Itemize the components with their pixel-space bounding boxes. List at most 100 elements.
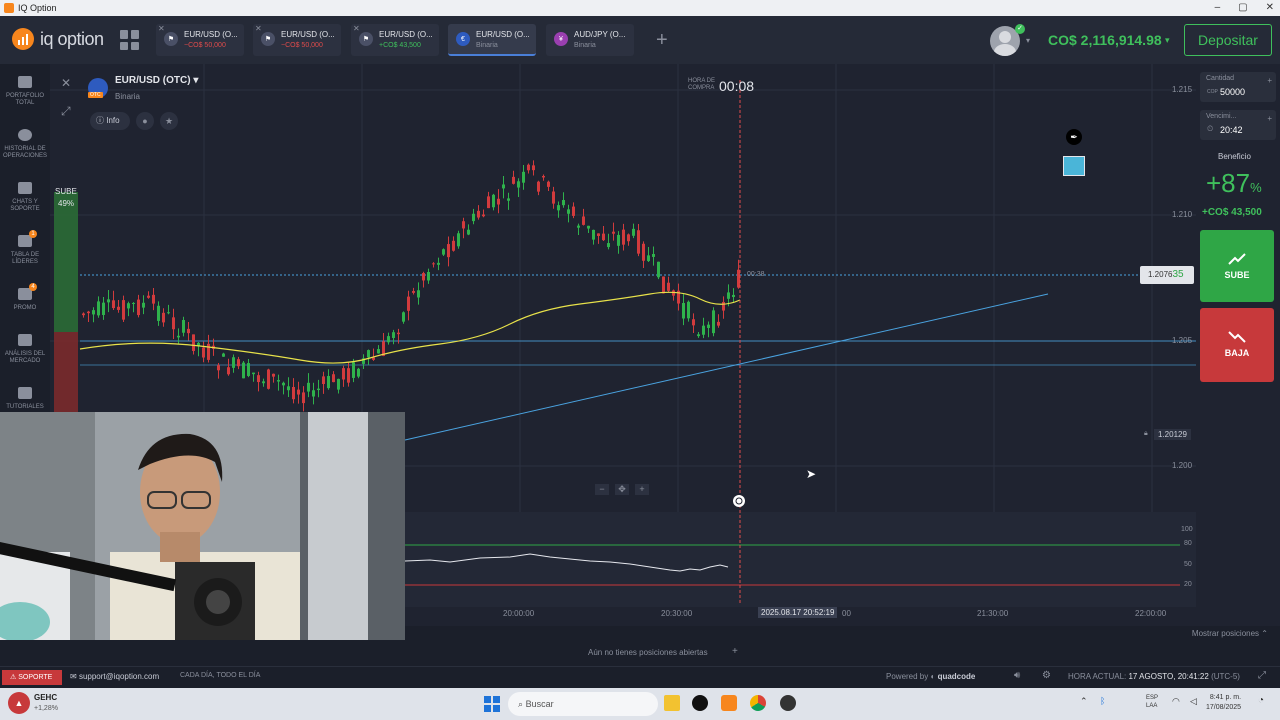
taskbar-app-icon[interactable] (692, 695, 708, 711)
candle-body (577, 225, 580, 228)
candle-body (187, 328, 190, 334)
powered-by: Powered by ◐ quadcode (886, 672, 976, 681)
stock-widget-icon[interactable]: ▲ (8, 692, 30, 714)
close-tab-icon[interactable]: ✕ (353, 24, 360, 33)
tab-type: Binaria (476, 42, 498, 49)
candle-body (387, 336, 390, 343)
candle-body (287, 386, 290, 391)
maximize-button[interactable]: ▢ (1238, 0, 1247, 16)
candle-body (97, 301, 100, 316)
add-position-icon[interactable]: + (732, 646, 738, 657)
asset-tab[interactable]: ✕ ⚑ EUR/USD (O... +CO$ 43,500 (351, 24, 439, 56)
clock[interactable]: 8:41 p. m. 17/08/2025 (1206, 693, 1241, 713)
info-button[interactable]: ⓘ Info (90, 112, 130, 130)
bluetooth-icon[interactable]: ᛒ (1100, 696, 1105, 706)
sidebar-item-analysis[interactable]: ANÁLISIS DEL MERCADO (0, 334, 50, 365)
lock-icon: 🔒︎ (1144, 430, 1148, 437)
close-tab-icon[interactable]: ✕ (255, 24, 262, 33)
support-email[interactable]: ✉ support@iqoption.com (70, 672, 159, 681)
bell-icon[interactable]: ● (136, 112, 154, 130)
notifications-icon[interactable]: ◔ (1258, 695, 1264, 706)
stock-ticker[interactable]: GEHC (34, 693, 57, 702)
sidebar-item-label: PROMO (13, 305, 37, 311)
candle-body (237, 359, 240, 367)
candle-body (632, 228, 635, 236)
candle-body (427, 272, 430, 281)
candle-body (582, 216, 585, 225)
volume-tray-icon[interactable]: ◁ (1190, 696, 1197, 707)
pen-tool-icon[interactable]: ✒ (1066, 129, 1082, 145)
sidebar-item-leaderboard[interactable]: 1 TABLA DE LÍDERES (0, 230, 50, 266)
language-indicator[interactable]: ESP LAA (1146, 694, 1158, 710)
candle-body (272, 373, 275, 377)
star-icon[interactable]: ★ (160, 112, 178, 130)
support-button[interactable]: ⚠ SOPORTE (2, 670, 62, 685)
candle-body (452, 240, 455, 251)
asset-tab[interactable]: ¥ AUD/JPY (O... Binaria (546, 24, 634, 56)
sidebar-item-chat[interactable]: CHATS Y SOPORTE (0, 182, 50, 213)
buy-up-button[interactable]: SUBE (1200, 230, 1274, 302)
iq-option-taskbar-icon[interactable] (721, 695, 737, 711)
drawing-tool-icon[interactable] (1063, 156, 1085, 176)
close-icon[interactable]: ✕ (61, 76, 71, 90)
balance-chevron-icon[interactable]: ▾ (1165, 35, 1170, 46)
expiry-value[interactable]: 20:42 (1220, 125, 1243, 135)
amount-value[interactable]: 50000 (1220, 87, 1245, 97)
candle-body (732, 294, 735, 298)
trend-down-icon (1228, 331, 1246, 343)
sidebar-item-history[interactable]: HISTORIAL DE OPERACIONES (0, 129, 50, 160)
asset-tab-active[interactable]: € EUR/USD (O... Binaria (448, 24, 536, 56)
price-axis-label: 1.205 (1172, 336, 1193, 345)
chrome-icon[interactable] (750, 695, 766, 711)
fullscreen-icon[interactable]: ⤢ (61, 104, 71, 119)
trade-panel: Cantidad + COP 50000 Vencimi... + ⏲ 20:4… (1196, 64, 1280, 626)
windows-start-icon[interactable] (484, 696, 500, 712)
logo[interactable]: iq option (12, 28, 104, 50)
plus-minus-icon[interactable]: + (1267, 76, 1272, 85)
file-explorer-icon[interactable] (664, 695, 680, 711)
plus-minus-icon[interactable]: + (1267, 114, 1272, 123)
tray-chevron-icon[interactable]: ⌃ (1080, 696, 1088, 707)
candle-body (657, 261, 660, 278)
amount-field[interactable]: Cantidad + COP 50000 (1200, 72, 1276, 102)
candle-body (292, 387, 295, 400)
close-tab-icon[interactable]: ✕ (158, 24, 165, 33)
chevron-down-icon: ▾ (193, 75, 199, 86)
account-balance[interactable]: CO$ 2,116,914.98 (1048, 32, 1162, 48)
sidebar-item-label: ANÁLISIS DEL MERCADO (4, 351, 46, 364)
wifi-icon[interactable]: ◠ (1172, 696, 1180, 707)
flag-icon: ⚑ (261, 32, 275, 46)
show-positions-button[interactable]: Mostrar posiciones ⌃ (1192, 629, 1268, 638)
apps-grid-icon[interactable] (120, 30, 140, 50)
zoom-reset-icon[interactable]: ✥ (615, 484, 629, 495)
deposit-button[interactable]: Depositar (1184, 24, 1272, 56)
buy-down-button[interactable]: BAJA (1200, 308, 1274, 382)
candle-body (332, 374, 335, 383)
add-tab-button[interactable]: + (656, 30, 668, 50)
tab-type: Binaria (574, 42, 596, 49)
candle-body (467, 229, 470, 235)
candle-body (112, 300, 115, 309)
candle-body (712, 310, 715, 334)
close-window-button[interactable]: ✕ (1266, 0, 1274, 16)
settings-gear-icon[interactable]: ⚙ (1042, 670, 1051, 681)
tab-result: +CO$ 43,500 (379, 42, 421, 49)
candle-body (222, 353, 225, 357)
mail-icon: ✉ (70, 672, 77, 681)
zoom-out-button[interactable]: − (595, 484, 609, 495)
minimize-button[interactable]: – (1215, 0, 1221, 16)
sidebar-item-tutorials[interactable]: TUTORIALES (0, 387, 50, 411)
expiry-field[interactable]: Vencimi... + ⏲ 20:42 (1200, 110, 1276, 140)
volume-icon[interactable]: 🔊︎ (1014, 670, 1020, 681)
asset-tab[interactable]: ✕ ⚑ EUR/USD (O... −CO$ 50,000 (253, 24, 341, 56)
taskbar-app-icon[interactable] (780, 695, 796, 711)
fullscreen-toggle-icon[interactable]: ⤢ (1258, 670, 1266, 681)
sidebar-item-promo[interactable]: 4 PROMO (0, 283, 50, 312)
chevron-down-icon[interactable]: ▾ (1026, 36, 1030, 45)
zoom-in-button[interactable]: + (635, 484, 649, 495)
sidebar-item-portfolio[interactable]: PORTAFOLIO TOTAL (0, 76, 50, 107)
asset-tab[interactable]: ✕ ⚑ EUR/USD (O... −CO$ 50,000 (156, 24, 244, 56)
window-title: IQ Option (18, 3, 57, 13)
asset-selector[interactable]: EUR/USD (OTC) ▾ (115, 75, 198, 86)
search-input[interactable]: ⌕ Buscar (508, 692, 658, 716)
